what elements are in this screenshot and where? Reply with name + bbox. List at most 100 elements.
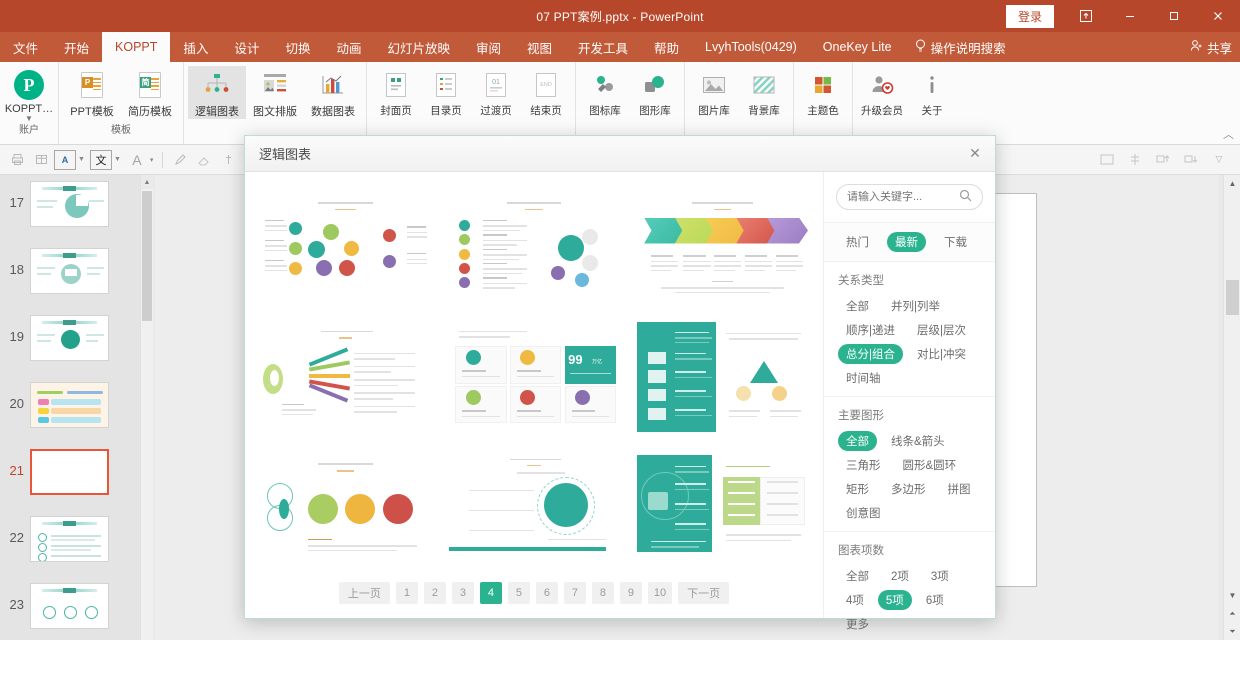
tab-slideshow[interactable]: 幻灯片放映 bbox=[374, 32, 463, 62]
maximize-icon[interactable] bbox=[1152, 0, 1196, 32]
upgrade-member-button[interactable]: 升级会员 bbox=[857, 66, 907, 118]
filter-relation-contrast[interactable]: 对比|冲突 bbox=[909, 344, 974, 364]
search-icon[interactable] bbox=[959, 189, 972, 205]
collapse-ribbon-icon[interactable]: ︿ bbox=[1223, 126, 1234, 142]
pagination-page-7[interactable]: 7 bbox=[563, 582, 586, 604]
pagination-prev-button[interactable]: 上一页 bbox=[338, 582, 390, 604]
tab-review[interactable]: 审阅 bbox=[463, 32, 514, 62]
filter-shape-line-arrow[interactable]: 线条&箭头 bbox=[883, 431, 953, 451]
sort-tab-hot[interactable]: 热门 bbox=[838, 232, 877, 252]
filter-shape-all[interactable]: 全部 bbox=[838, 431, 877, 451]
filter-count-more[interactable]: 更多 bbox=[838, 614, 877, 634]
chevron-down-icon[interactable]: ▼ bbox=[78, 156, 85, 163]
search-box[interactable] bbox=[836, 184, 983, 210]
text-image-layout-button[interactable]: 图文排版 bbox=[246, 66, 304, 119]
previous-slide-icon[interactable]: ⏶ bbox=[1224, 605, 1240, 622]
ppt-template-button[interactable]: P PPT模板 bbox=[63, 66, 121, 119]
template-card-ring-center-callout-diagram[interactable] bbox=[443, 447, 625, 568]
slide-thumbnail[interactable] bbox=[30, 315, 109, 361]
close-icon[interactable] bbox=[1196, 0, 1240, 32]
scroll-up-icon[interactable]: ▲ bbox=[1224, 175, 1240, 192]
pagination-page-4[interactable]: 4 bbox=[479, 582, 502, 604]
background-library-button[interactable]: 背景库 bbox=[739, 66, 789, 118]
tab-design[interactable]: 设计 bbox=[221, 32, 272, 62]
template-card-circle-network-diagram[interactable] bbox=[255, 186, 436, 307]
slide-thumbnail[interactable] bbox=[30, 248, 109, 294]
chevron-down-icon[interactable]: ▾ bbox=[150, 156, 154, 164]
slide-thumbnail-item[interactable]: 22 bbox=[0, 510, 140, 577]
table-icon[interactable] bbox=[30, 149, 52, 171]
filter-relation-sequence[interactable]: 顺序|递进 bbox=[838, 320, 903, 340]
scroll-up-icon[interactable]: ▲ bbox=[141, 175, 153, 189]
tab-koppt[interactable]: KOPPT bbox=[102, 32, 171, 62]
filter-count-2[interactable]: 2项 bbox=[883, 566, 917, 586]
transition-page-button[interactable]: 01 过渡页 bbox=[471, 66, 521, 118]
pagination-page-10[interactable]: 10 bbox=[647, 582, 673, 604]
chinese-char-icon[interactable]: 文 bbox=[89, 149, 112, 170]
main-vertical-scrollbar[interactable]: ▲ ▼ ⏶ ⏷ bbox=[1223, 175, 1240, 640]
minimize-icon[interactable] bbox=[1108, 0, 1152, 32]
scrollbar-thumb[interactable] bbox=[142, 191, 152, 321]
filter-shape-triangle[interactable]: 三角形 bbox=[838, 455, 889, 475]
theme-color-button[interactable]: 主题色 bbox=[798, 66, 848, 118]
tab-onekey-lite[interactable]: OneKey Lite bbox=[810, 32, 905, 62]
slide-layout-icon[interactable] bbox=[1096, 149, 1118, 171]
tab-help[interactable]: 帮助 bbox=[641, 32, 692, 62]
scroll-down-icon[interactable]: ▼ bbox=[1224, 587, 1240, 604]
scrollbar-thumb[interactable] bbox=[1226, 280, 1239, 315]
template-card-vertical-icon-list-diagram[interactable] bbox=[443, 186, 625, 307]
ribbon-display-options-icon[interactable] bbox=[1064, 0, 1108, 32]
align-icon[interactable] bbox=[1124, 149, 1146, 171]
about-button[interactable]: 关于 bbox=[907, 66, 957, 118]
slide-thumbnail-item-selected[interactable]: 21 bbox=[0, 443, 140, 510]
filter-count-6[interactable]: 6项 bbox=[918, 590, 952, 610]
filter-count-all[interactable]: 全部 bbox=[838, 566, 877, 586]
chevron-down-icon[interactable]: ▽ bbox=[1208, 149, 1230, 171]
sort-tab-newest[interactable]: 最新 bbox=[887, 232, 926, 252]
tab-home[interactable]: 开始 bbox=[51, 32, 102, 62]
pagination-page-8[interactable]: 8 bbox=[591, 582, 614, 604]
slide-thumbnail[interactable] bbox=[30, 181, 109, 227]
tell-me-search[interactable]: 操作说明搜索 bbox=[905, 32, 1018, 62]
filter-shape-circle-ring[interactable]: 圆形&圆环 bbox=[895, 455, 965, 475]
template-card-arrow-chevron-process-diagram[interactable] bbox=[632, 186, 813, 307]
filter-shape-puzzle[interactable]: 拼图 bbox=[940, 479, 979, 499]
pagination-page-1[interactable]: 1 bbox=[395, 582, 418, 604]
koppt-account-button[interactable]: P KOPPT… ▼ bbox=[4, 66, 54, 123]
data-chart-button[interactable]: 数据图表 bbox=[304, 66, 362, 119]
end-page-button[interactable]: END 结束页 bbox=[521, 66, 571, 118]
chevron-down-icon[interactable]: ▼ bbox=[25, 115, 33, 123]
icon-library-button[interactable]: 图标库 bbox=[580, 66, 630, 118]
pagination-page-6[interactable]: 6 bbox=[535, 582, 558, 604]
template-card-grid-cards-with-stat[interactable]: 99 万亿 bbox=[443, 316, 625, 438]
slide-thumbnail[interactable] bbox=[30, 516, 109, 562]
template-card-teal-panel-checklist-diagram[interactable] bbox=[632, 316, 813, 438]
search-input[interactable] bbox=[847, 191, 959, 203]
filter-count-4[interactable]: 4项 bbox=[838, 590, 872, 610]
tab-view[interactable]: 视图 bbox=[514, 32, 565, 62]
sort-tab-downloads[interactable]: 下载 bbox=[936, 232, 975, 252]
pagination-next-button[interactable]: 下一页 bbox=[678, 582, 730, 604]
next-slide-icon[interactable]: ⏷ bbox=[1224, 623, 1240, 640]
tab-animations[interactable]: 动画 bbox=[323, 32, 374, 62]
logic-diagram-button[interactable]: 逻辑图表 bbox=[188, 66, 246, 119]
share-button[interactable]: 共享 bbox=[1190, 32, 1232, 62]
contents-page-button[interactable]: 目录页 bbox=[421, 66, 471, 118]
print-icon[interactable] bbox=[6, 149, 28, 171]
slide-thumbnail[interactable] bbox=[30, 449, 109, 495]
slide-thumbnail-item[interactable]: 18 bbox=[0, 242, 140, 309]
filter-relation-composition[interactable]: 总分|组合 bbox=[838, 344, 903, 364]
cover-page-button[interactable]: 封面页 bbox=[371, 66, 421, 118]
slide-thumbnail-item[interactable]: 20 bbox=[0, 376, 140, 443]
filter-count-3[interactable]: 3项 bbox=[923, 566, 957, 586]
eraser-icon[interactable] bbox=[193, 149, 215, 171]
filter-relation-timeline[interactable]: 时间轴 bbox=[838, 368, 889, 388]
filter-relation-all[interactable]: 全部 bbox=[838, 296, 877, 316]
filter-shape-rectangle[interactable]: 矩形 bbox=[838, 479, 877, 499]
pagination-page-3[interactable]: 3 bbox=[451, 582, 474, 604]
slide-thumbnail[interactable] bbox=[30, 382, 109, 428]
slide-thumbnail[interactable] bbox=[30, 583, 109, 629]
filter-relation-hierarchy[interactable]: 层级|层次 bbox=[909, 320, 974, 340]
template-card-teal-concentric-table-diagram[interactable] bbox=[632, 447, 813, 568]
font-a-icon[interactable]: A bbox=[126, 149, 148, 171]
